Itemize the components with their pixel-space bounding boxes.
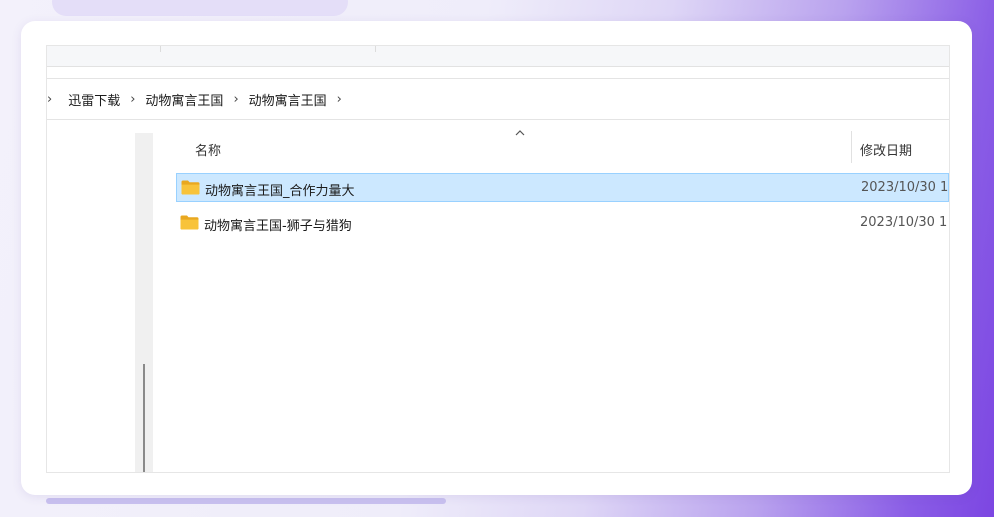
toolbar-separator [160,46,161,52]
breadcrumb: › 迅雷下载 › 动物寓言王国 › 动物寓言王国 › [47,79,949,120]
breadcrumb-item-xunlei-download[interactable]: 迅雷下载 [66,86,122,113]
file-row-selected[interactable]: 动物寓言王国_合作力量大 2023/10/30 1 [176,173,949,202]
column-header-name[interactable]: 名称 [195,140,221,159]
background-pill-top [52,0,348,16]
folder-icon [181,180,200,195]
column-divider[interactable] [851,131,852,163]
scrollbar-thumb[interactable] [143,364,145,472]
chevron-right-icon[interactable]: › [47,92,52,107]
navigation-pane [135,133,153,472]
column-header-date-modified[interactable]: 修改日期 [860,140,912,159]
file-explorer-window: › 迅雷下载 › 动物寓言王国 › 动物寓言王国 › 名称 修改日期 动物寓言王… [46,45,950,473]
file-name: 动物寓言王国-狮子与猎狗 [204,219,352,234]
file-date-modified: 2023/10/30 1 [860,215,948,230]
chevron-right-icon[interactable]: › [130,92,135,107]
toolbar-area [47,46,949,67]
file-name: 动物寓言王国_合作力量大 [205,184,355,199]
chevron-right-icon[interactable]: › [337,92,342,107]
toolbar-separator [375,46,376,52]
breadcrumb-item-animal-fable-kingdom-current[interactable]: 动物寓言王国 [247,86,329,113]
folder-icon [180,215,199,230]
file-row[interactable]: 动物寓言王国-狮子与猎狗 2023/10/30 1 [176,209,949,238]
background-pill-bottom [46,498,446,504]
file-date-modified: 2023/10/30 1 [861,180,949,195]
chevron-right-icon[interactable]: › [233,92,238,107]
screenshot-card: › 迅雷下载 › 动物寓言王国 › 动物寓言王国 › 名称 修改日期 动物寓言王… [21,21,972,495]
sort-ascending-icon [515,130,525,136]
breadcrumb-item-animal-fable-kingdom[interactable]: 动物寓言王国 [143,86,225,113]
